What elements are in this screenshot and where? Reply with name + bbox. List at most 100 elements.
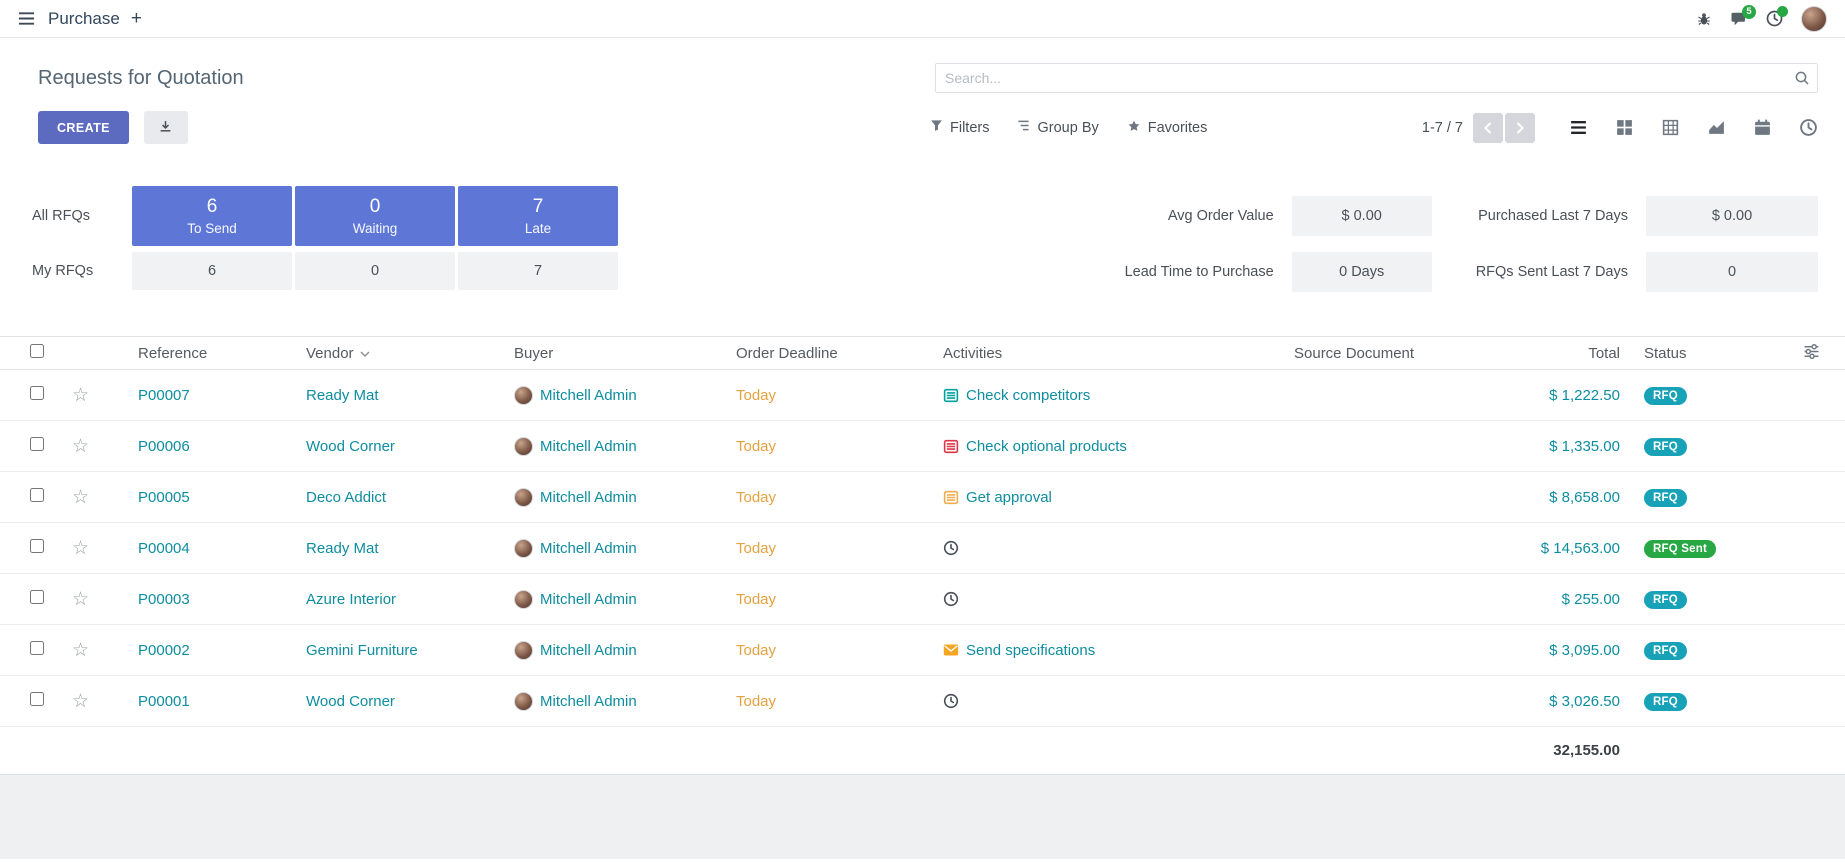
header-activities[interactable]: Activities: [935, 337, 1266, 370]
table-row[interactable]: ☆ P00005 Deco Addict Mitchell Admin Toda…: [0, 472, 1845, 523]
debug-bug-icon[interactable]: [1696, 11, 1712, 27]
row-checkbox[interactable]: [30, 641, 44, 655]
vendor-link[interactable]: Wood Corner: [306, 438, 395, 455]
total-amount: $ 1,335.00: [1549, 438, 1620, 455]
tile-late[interactable]: 7 Late: [458, 186, 618, 246]
my-late-tile[interactable]: 7: [458, 252, 618, 290]
search-bar: [935, 63, 1818, 93]
tile-waiting[interactable]: 0 Waiting: [295, 186, 455, 246]
export-button[interactable]: [144, 111, 188, 144]
favorite-star-icon[interactable]: ☆: [72, 691, 89, 712]
buyer-link[interactable]: Mitchell Admin: [540, 591, 637, 608]
plus-button[interactable]: +: [131, 9, 142, 28]
app-name[interactable]: Purchase: [48, 9, 120, 29]
list-view-icon[interactable]: [1569, 118, 1588, 137]
filters-button[interactable]: Filters: [930, 119, 989, 136]
header-vendor[interactable]: Vendor: [298, 337, 506, 370]
search-input[interactable]: [936, 64, 1817, 92]
favorite-star-icon[interactable]: ☆: [72, 487, 89, 508]
row-checkbox[interactable]: [30, 692, 44, 706]
graph-view-icon[interactable]: [1707, 118, 1726, 137]
favorite-star-icon[interactable]: ☆: [72, 589, 89, 610]
buyer-link[interactable]: Mitchell Admin: [540, 642, 637, 659]
activity-icon[interactable]: [943, 540, 959, 556]
pager-next-button[interactable]: [1505, 113, 1535, 143]
buyer-link[interactable]: Mitchell Admin: [540, 387, 637, 404]
buyer-avatar: [514, 590, 533, 609]
header-status[interactable]: Status: [1628, 337, 1778, 370]
reference-link[interactable]: P00005: [138, 489, 190, 506]
row-checkbox[interactable]: [30, 437, 44, 451]
reference-link[interactable]: P00003: [138, 591, 190, 608]
table-row[interactable]: ☆ P00007 Ready Mat Mitchell Admin Today …: [0, 370, 1845, 421]
activities-icon[interactable]: [1766, 10, 1783, 27]
group-by-button[interactable]: Group By: [1017, 119, 1098, 136]
activity-icon[interactable]: [943, 643, 959, 657]
my-to-send-tile[interactable]: 6: [132, 252, 292, 290]
status-badge: RFQ Sent: [1644, 540, 1716, 558]
tile-to-send[interactable]: 6 To Send: [132, 186, 292, 246]
vendor-link[interactable]: Azure Interior: [306, 591, 396, 608]
buyer-avatar: [514, 488, 533, 507]
messages-icon[interactable]: 5: [1730, 11, 1748, 27]
row-checkbox[interactable]: [30, 488, 44, 502]
activity-icon[interactable]: [943, 693, 959, 709]
table-row[interactable]: ☆ P00002 Gemini Furniture Mitchell Admin…: [0, 625, 1845, 676]
table-row[interactable]: ☆ P00006 Wood Corner Mitchell Admin Toda…: [0, 421, 1845, 472]
pivot-view-icon[interactable]: [1661, 118, 1680, 137]
vendor-link[interactable]: Ready Mat: [306, 387, 379, 404]
star-icon: [1127, 119, 1141, 137]
table-row[interactable]: ☆ P00001 Wood Corner Mitchell Admin Toda…: [0, 676, 1845, 727]
reference-link[interactable]: P00001: [138, 693, 190, 710]
reference-link[interactable]: P00007: [138, 387, 190, 404]
activity-icon[interactable]: [943, 439, 959, 454]
activity-label[interactable]: Check optional products: [966, 438, 1127, 455]
favorite-star-icon[interactable]: ☆: [72, 538, 89, 559]
favorite-star-icon[interactable]: ☆: [72, 640, 89, 661]
row-checkbox[interactable]: [30, 590, 44, 604]
user-avatar[interactable]: [1801, 6, 1827, 32]
header-order-deadline[interactable]: Order Deadline: [728, 337, 935, 370]
buyer-link[interactable]: Mitchell Admin: [540, 438, 637, 455]
header-total[interactable]: Total: [1500, 337, 1628, 370]
buyer-link[interactable]: Mitchell Admin: [540, 693, 637, 710]
table-row[interactable]: ☆ P00003 Azure Interior Mitchell Admin T…: [0, 574, 1845, 625]
apps-menu-icon[interactable]: [18, 11, 35, 26]
favorite-star-icon[interactable]: ☆: [72, 436, 89, 457]
activity-view-icon[interactable]: [1799, 118, 1818, 137]
activity-label[interactable]: Check competitors: [966, 387, 1090, 404]
buyer-link[interactable]: Mitchell Admin: [540, 540, 637, 557]
calendar-view-icon[interactable]: [1753, 118, 1772, 137]
row-checkbox[interactable]: [30, 539, 44, 553]
reference-link[interactable]: P00006: [138, 438, 190, 455]
kanban-view-icon[interactable]: [1615, 118, 1634, 137]
activity-icon[interactable]: [943, 388, 959, 403]
optional-columns-button[interactable]: [1778, 337, 1845, 370]
vendor-link[interactable]: Wood Corner: [306, 693, 395, 710]
activity-label[interactable]: Send specifications: [966, 642, 1095, 659]
messages-badge: 5: [1742, 5, 1756, 19]
create-button[interactable]: CREATE: [38, 111, 129, 144]
favorites-button[interactable]: Favorites: [1127, 119, 1208, 137]
my-waiting-tile[interactable]: 0: [295, 252, 455, 290]
favorite-star-icon[interactable]: ☆: [72, 385, 89, 406]
status-badge: RFQ: [1644, 693, 1687, 711]
activity-icon[interactable]: [943, 591, 959, 607]
header-reference[interactable]: Reference: [112, 337, 298, 370]
activity-icon[interactable]: [943, 490, 959, 505]
row-checkbox[interactable]: [30, 386, 44, 400]
filter-group: Filters Group By Favorites: [930, 119, 1207, 137]
vendor-link[interactable]: Gemini Furniture: [306, 642, 418, 659]
vendor-link[interactable]: Deco Addict: [306, 489, 386, 506]
vendor-link[interactable]: Ready Mat: [306, 540, 379, 557]
buyer-link[interactable]: Mitchell Admin: [540, 489, 637, 506]
select-all-checkbox[interactable]: [30, 344, 44, 358]
search-icon[interactable]: [1794, 70, 1810, 91]
activity-label[interactable]: Get approval: [966, 489, 1052, 506]
reference-link[interactable]: P00002: [138, 642, 190, 659]
reference-link[interactable]: P00004: [138, 540, 190, 557]
table-row[interactable]: ☆ P00004 Ready Mat Mitchell Admin Today …: [0, 523, 1845, 574]
header-buyer[interactable]: Buyer: [506, 337, 728, 370]
pager-previous-button[interactable]: [1473, 113, 1503, 143]
header-source-document[interactable]: Source Document: [1266, 337, 1500, 370]
